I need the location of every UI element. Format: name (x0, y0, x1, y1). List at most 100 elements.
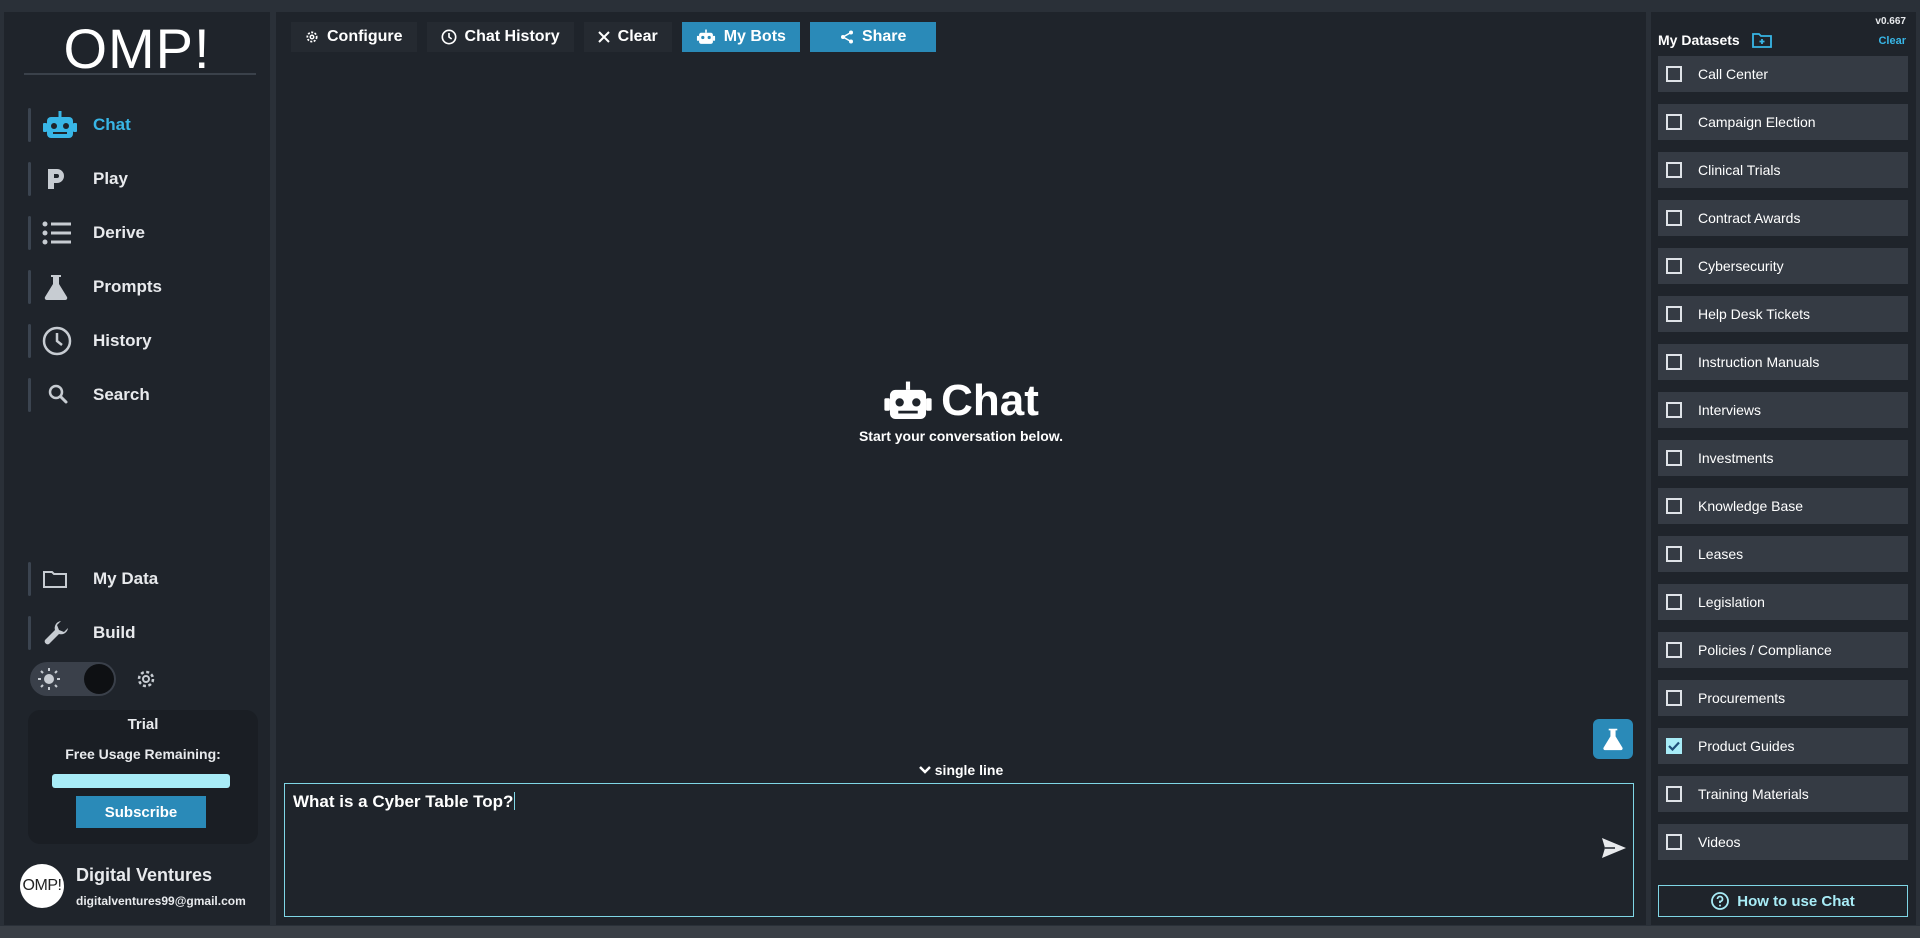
dataset-name: Training Materials (1698, 786, 1809, 802)
nav-derive[interactable]: Derive (28, 215, 258, 251)
dataset-item[interactable]: Instruction Manuals (1658, 344, 1908, 380)
dataset-checkbox[interactable] (1666, 210, 1682, 226)
dataset-item[interactable]: Campaign Election (1658, 104, 1908, 140)
dataset-item[interactable]: Procurements (1658, 680, 1908, 716)
dataset-checkbox[interactable] (1666, 498, 1682, 514)
send-icon[interactable] (1601, 836, 1627, 860)
datasets-list: Call Center Campaign Election Clinical Tri… (1658, 56, 1908, 876)
dataset-item[interactable]: Knowledge Base (1658, 488, 1908, 524)
dataset-item[interactable]: Call Center (1658, 56, 1908, 92)
dataset-item[interactable]: Interviews (1658, 392, 1908, 428)
dataset-item[interactable]: Product Guides (1658, 728, 1908, 764)
nav-my-data[interactable]: My Data (28, 561, 258, 597)
dataset-checkbox[interactable] (1666, 690, 1682, 706)
user-profile[interactable]: OMP! Digital Ventures digitalventures99@… (20, 864, 246, 908)
toolbar: Configure Chat History Clear My Bots Sha… (291, 22, 937, 52)
help-icon (1711, 892, 1730, 910)
dataset-checkbox[interactable] (1666, 642, 1682, 658)
gear-icon[interactable] (134, 667, 158, 691)
add-folder-icon[interactable] (1751, 32, 1772, 48)
my-bots-button[interactable]: My Bots (681, 22, 800, 52)
share-button[interactable]: Share (809, 22, 937, 52)
nav-search[interactable]: Search (28, 377, 258, 413)
search-icon (42, 383, 84, 407)
dataset-item[interactable]: Investments (1658, 440, 1908, 476)
subscribe-button[interactable]: Subscribe (76, 796, 206, 828)
dataset-item[interactable]: Contract Awards (1658, 200, 1908, 236)
nav-indicator (28, 270, 31, 304)
dataset-name: Clinical Trials (1698, 162, 1781, 178)
chat-input-text[interactable]: What is a Cyber Table Top? (293, 792, 516, 812)
dataset-checkbox[interactable] (1666, 594, 1682, 610)
share-icon (840, 30, 854, 44)
dataset-name: Procurements (1698, 690, 1786, 706)
left-sidebar: OMP! Chat Play Derive Prompts History Se… (4, 12, 270, 925)
app-logo[interactable]: OMP! (4, 16, 270, 81)
user-name: Digital Ventures (76, 864, 213, 885)
folder-icon (42, 568, 84, 590)
usage-progress-bar (52, 774, 230, 788)
nav-play[interactable]: Play (28, 161, 258, 197)
share-label: Share (861, 28, 907, 45)
sun-icon (38, 668, 60, 690)
dataset-checkbox[interactable] (1666, 162, 1682, 178)
robot-icon (42, 110, 84, 140)
dataset-item[interactable]: Policies / Compliance (1658, 632, 1908, 668)
toggle-knob (84, 664, 114, 694)
dataset-name: Legislation (1698, 594, 1765, 610)
usage-label: Free Usage Remaining: (65, 746, 221, 762)
dataset-checkbox[interactable] (1666, 450, 1682, 466)
dataset-name: Leases (1698, 546, 1744, 562)
dataset-item[interactable]: Videos (1658, 824, 1908, 860)
how-to-use-chat-button[interactable]: How to use Chat (1658, 885, 1908, 917)
dataset-item[interactable]: Help Desk Tickets (1658, 296, 1908, 332)
dataset-item[interactable]: Leases (1658, 536, 1908, 572)
dataset-checkbox[interactable] (1666, 546, 1682, 562)
dataset-checkbox[interactable] (1666, 258, 1682, 274)
dataset-name: Product Guides (1698, 738, 1795, 754)
nav-label: Build (93, 623, 136, 642)
dataset-name: Cybersecurity (1698, 258, 1784, 274)
chat-input[interactable]: What is a Cyber Table Top? (284, 783, 1634, 917)
configure-button[interactable]: Configure (291, 22, 417, 52)
nav-history[interactable]: History (28, 323, 258, 359)
dataset-name: Knowledge Base (1698, 498, 1804, 514)
dataset-name: Videos (1698, 834, 1741, 850)
nav-indicator (28, 216, 31, 250)
dataset-name: Help Desk Tickets (1698, 306, 1811, 322)
dataset-checkbox[interactable] (1666, 66, 1682, 82)
dataset-checkbox[interactable] (1666, 114, 1682, 130)
avatar: OMP! (20, 864, 64, 908)
hero-title: Chat (883, 376, 1039, 426)
prompts-flask-button[interactable] (1593, 719, 1633, 759)
list-icon (42, 220, 84, 246)
robot-icon (696, 29, 716, 45)
dataset-checkbox[interactable] (1666, 738, 1682, 754)
dataset-item[interactable]: Clinical Trials (1658, 152, 1908, 188)
nav-chat[interactable]: Chat (28, 107, 258, 143)
dataset-item[interactable]: Legislation (1658, 584, 1908, 620)
dataset-checkbox[interactable] (1666, 786, 1682, 802)
nav-prompts[interactable]: Prompts (28, 269, 258, 305)
dataset-checkbox[interactable] (1666, 834, 1682, 850)
dataset-checkbox[interactable] (1666, 354, 1682, 370)
dataset-checkbox[interactable] (1666, 402, 1682, 418)
chat-input-value: What is a Cyber Table Top? (293, 792, 514, 811)
datasets-clear-link[interactable]: Clear (1878, 35, 1906, 47)
dataset-name: Investments (1698, 450, 1774, 466)
close-icon (597, 31, 610, 43)
chat-main: Configure Chat History Clear My Bots Sha… (276, 12, 1646, 925)
nav-build[interactable]: Build (28, 615, 258, 651)
text-caret (514, 792, 516, 810)
single-line-toggle[interactable]: single line (276, 762, 1646, 778)
chat-history-button[interactable]: Chat History (426, 22, 574, 52)
theme-toggle[interactable] (30, 662, 116, 696)
dataset-checkbox[interactable] (1666, 306, 1682, 322)
gear-icon (305, 30, 319, 44)
dataset-item[interactable]: Training Materials (1658, 776, 1908, 812)
nav-label: Search (93, 385, 150, 404)
dataset-item[interactable]: Cybersecurity (1658, 248, 1908, 284)
nav-label: Prompts (93, 277, 162, 296)
clear-button[interactable]: Clear (583, 22, 672, 52)
theme-controls (30, 662, 158, 696)
